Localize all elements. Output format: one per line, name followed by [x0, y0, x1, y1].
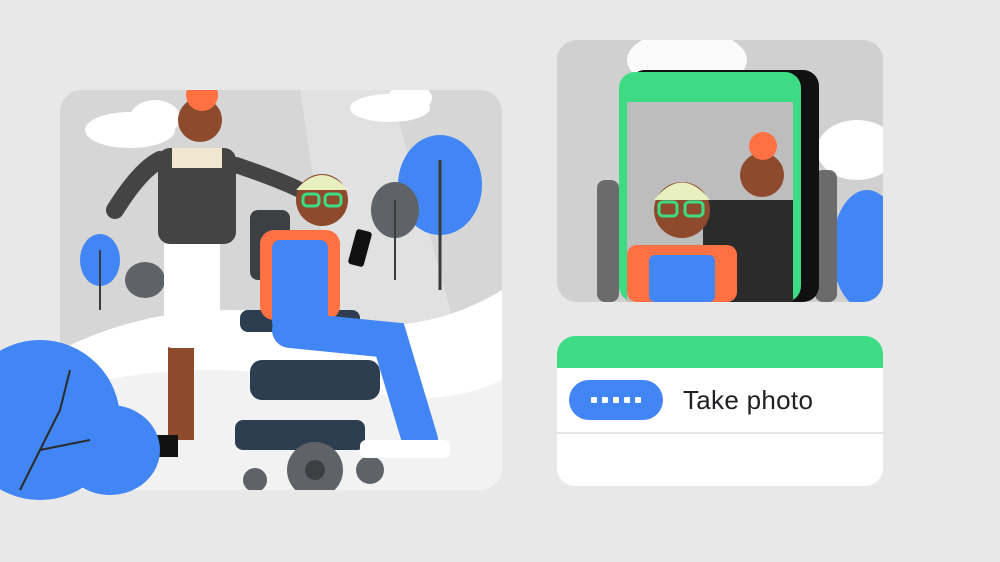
camera-preview — [557, 40, 883, 302]
foreground-bush — [0, 340, 160, 500]
password-dots-icon — [591, 397, 641, 403]
take-photo-row[interactable]: Take photo — [557, 368, 883, 434]
take-photo-label[interactable]: Take photo — [683, 385, 813, 416]
selfie-preview-illustration — [557, 40, 883, 302]
take-photo-card: Take photo — [557, 336, 883, 486]
card-header-bar — [557, 336, 883, 368]
take-photo-button[interactable] — [569, 380, 663, 420]
